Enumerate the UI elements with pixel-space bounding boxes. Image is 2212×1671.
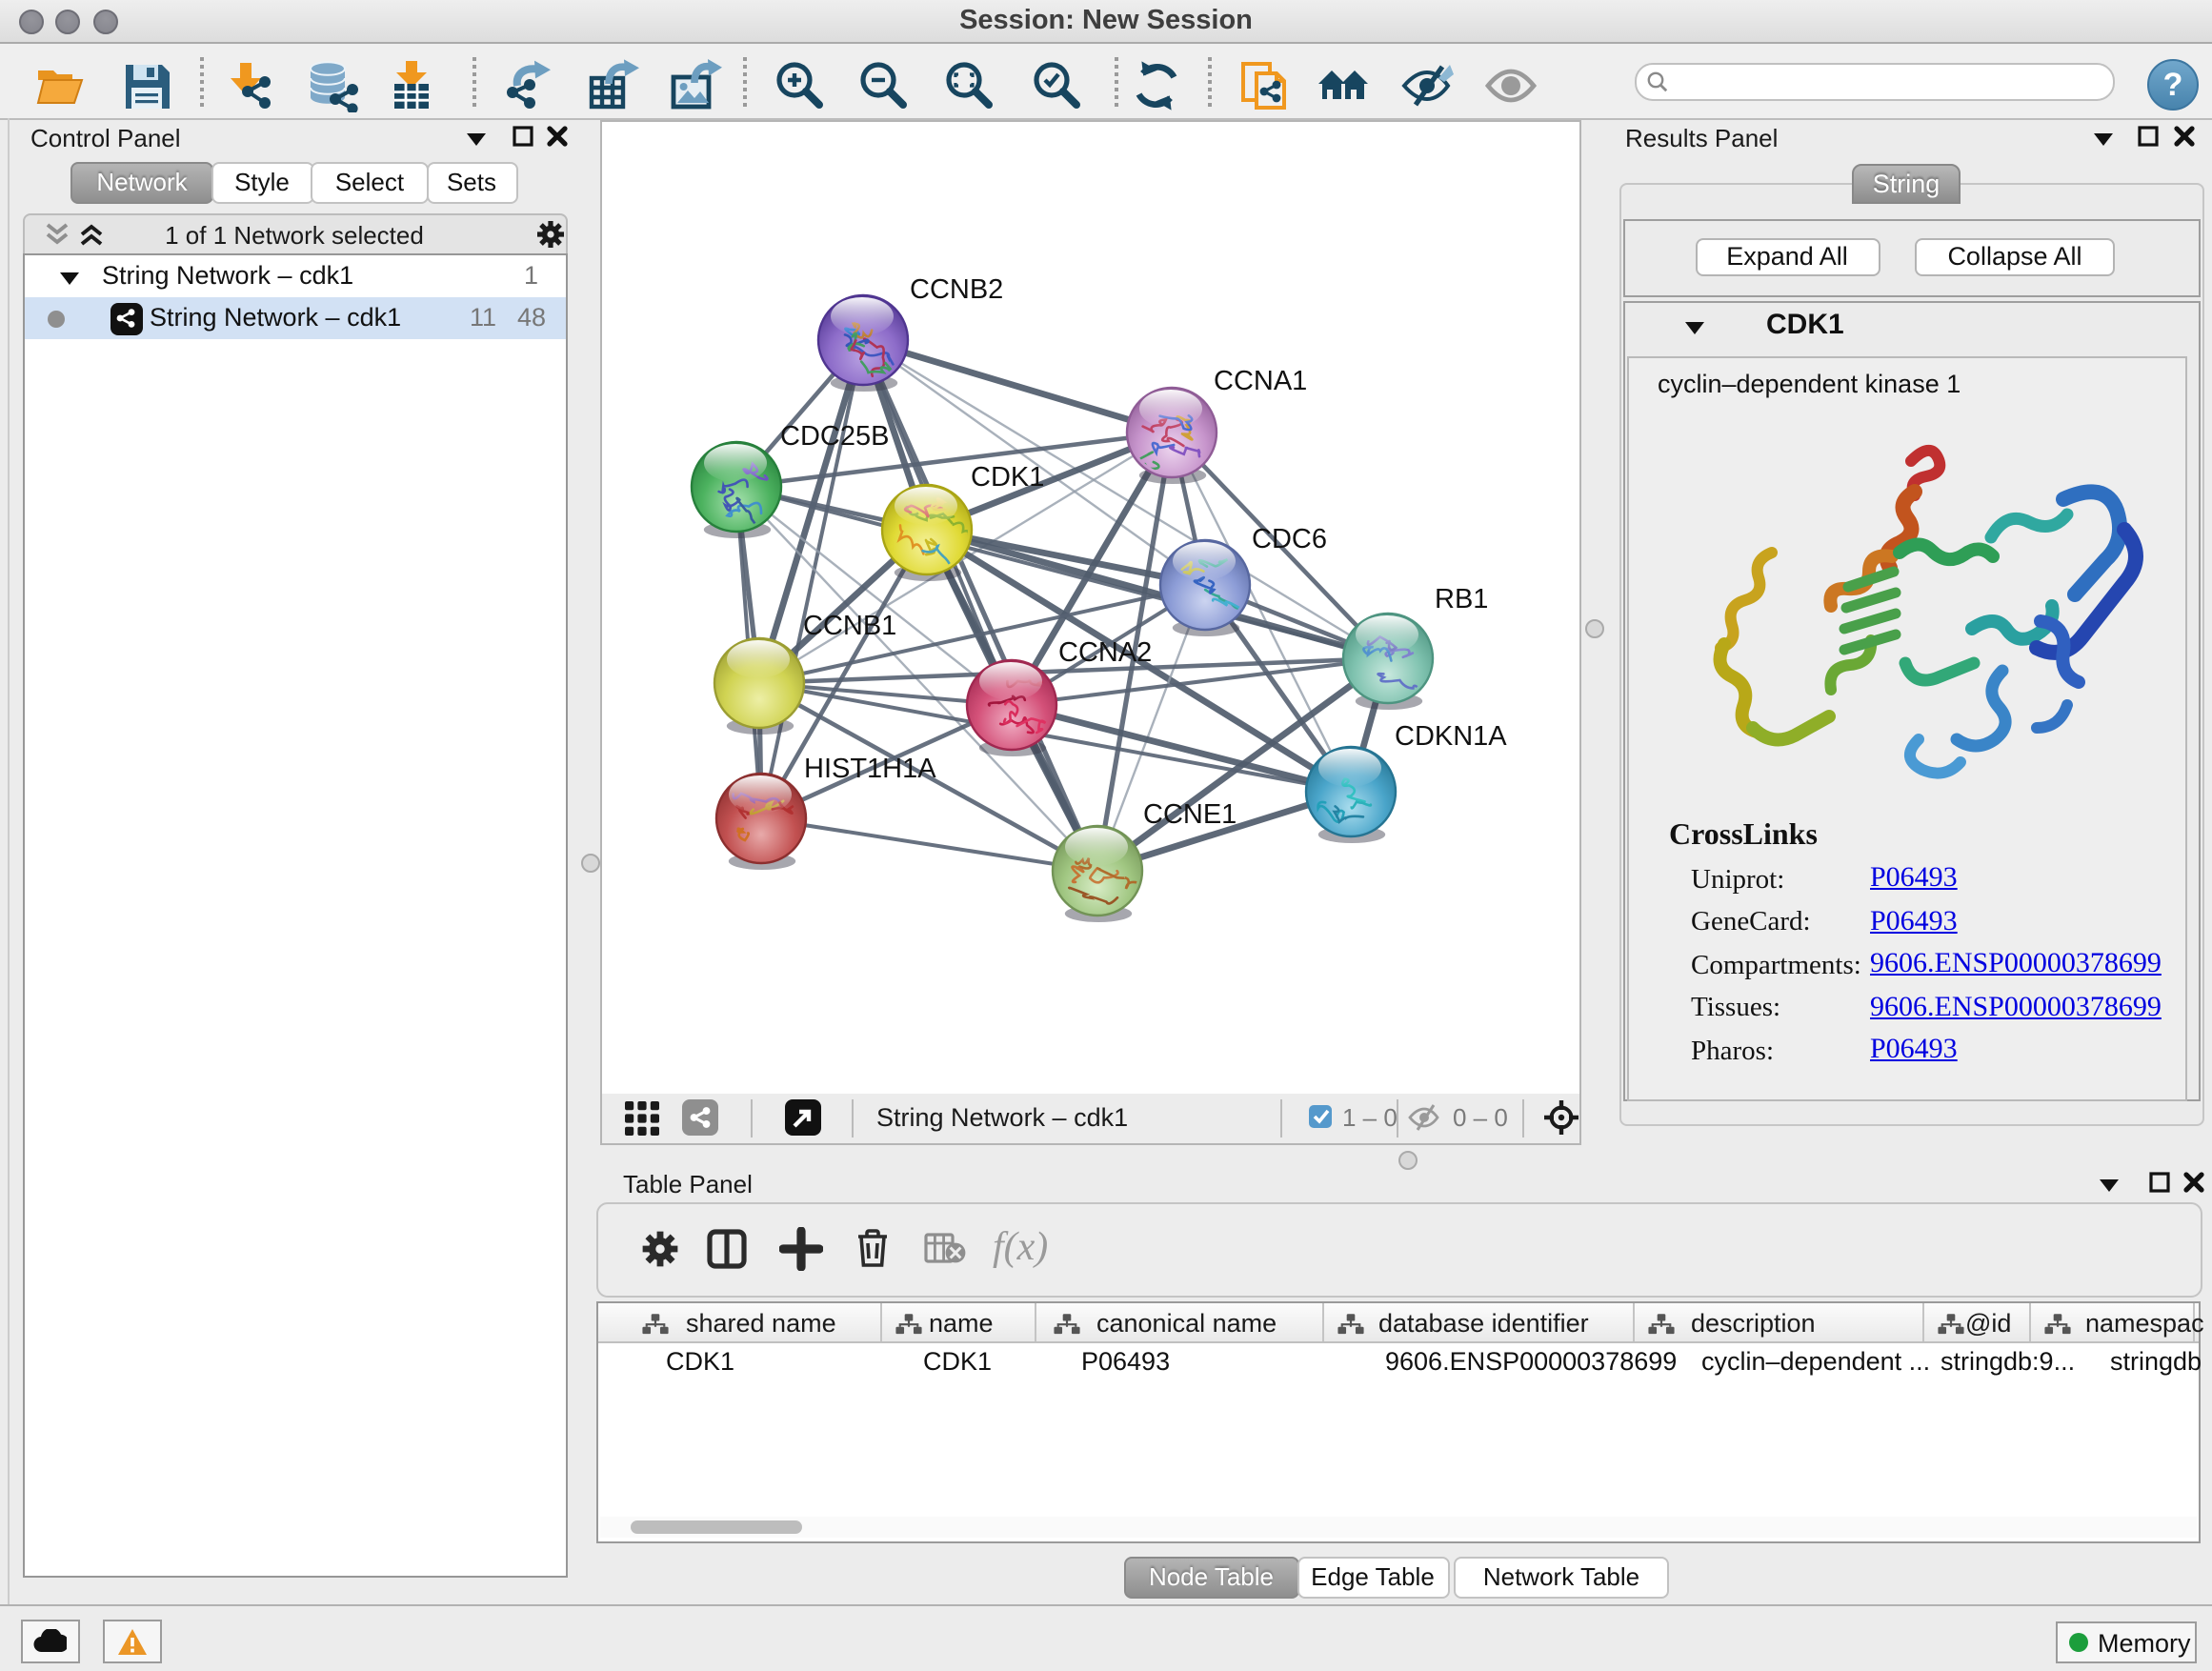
- svg-text:CCNB2: CCNB2: [909, 273, 1002, 304]
- svg-text:RB1: RB1: [1434, 583, 1487, 614]
- svg-text:HIST1H1A: HIST1H1A: [803, 753, 935, 783]
- svg-text:CCNB1: CCNB1: [802, 610, 895, 640]
- svg-text:CDC25B: CDC25B: [779, 420, 888, 451]
- svg-text:CDC6: CDC6: [1251, 523, 1326, 554]
- svg-text:CDK1: CDK1: [970, 461, 1043, 492]
- svg-text:CDKN1A: CDKN1A: [1394, 720, 1506, 751]
- svg-text:CCNE1: CCNE1: [1142, 798, 1236, 829]
- svg-text:CCNA2: CCNA2: [1057, 636, 1151, 667]
- svg-text:CCNA1: CCNA1: [1213, 365, 1306, 395]
